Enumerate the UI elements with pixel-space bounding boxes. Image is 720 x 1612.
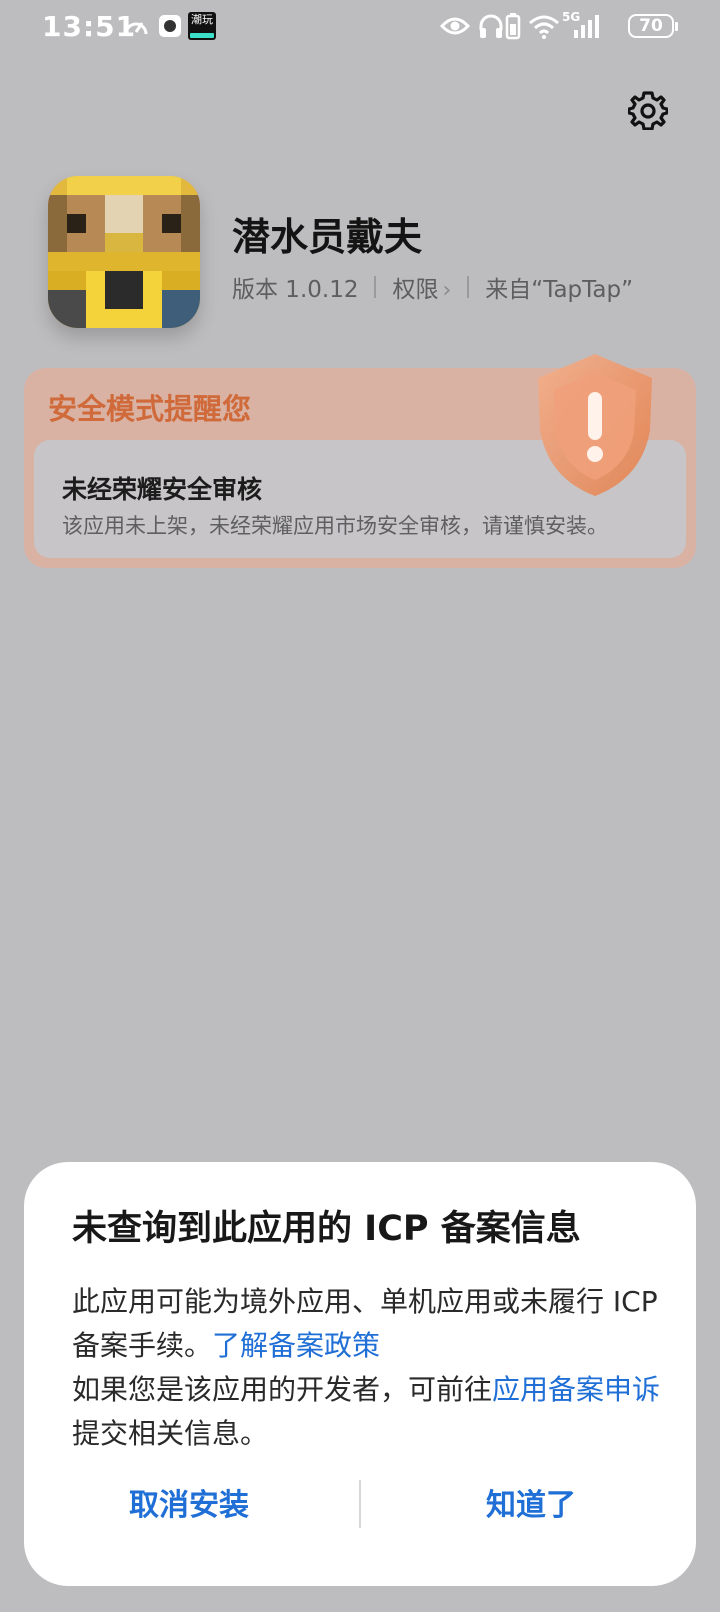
wifi-icon	[529, 15, 559, 39]
safety-description: 该应用未上架，未经荣耀应用市场安全审核，请谨慎安装。	[62, 514, 608, 538]
dialog-body-text-2: 如果您是该应用的开发者，可前往	[72, 1373, 493, 1406]
dialog-body: 此应用可能为境外应用、单机应用或未履行 ICP 备案手续。了解备案政策 如果您是…	[72, 1280, 672, 1456]
safety-title: 安全模式提醒您	[48, 392, 252, 426]
meta-divider	[374, 276, 377, 298]
battery-indicator: 70	[628, 14, 678, 38]
learn-policy-link[interactable]: 了解备案政策	[212, 1329, 380, 1362]
notif-badge-icon: 潮玩	[188, 12, 216, 40]
permissions-link[interactable]: 权限 ›	[392, 270, 451, 304]
signal-icon	[574, 15, 599, 38]
got-it-button[interactable]: 知道了	[366, 1480, 696, 1524]
app-meta: 版本 1.0.12 权限 › 来自“TapTap”	[232, 270, 633, 304]
filing-appeal-link[interactable]: 应用备案申诉	[492, 1373, 660, 1406]
cancel-install-button[interactable]: 取消安装	[24, 1480, 354, 1524]
app-name: 潜水员戴夫	[232, 215, 423, 259]
app-source: 来自“TapTap”	[485, 277, 633, 303]
meta-divider	[467, 276, 470, 298]
dialog-title: 未查询到此应用的 ICP 备案信息	[72, 1209, 581, 1249]
safety-heading: 未经荣耀安全审核	[62, 475, 263, 504]
icp-dialog: 未查询到此应用的 ICP 备案信息 此应用可能为境外应用、单机应用或未履行 IC…	[24, 1162, 696, 1586]
shield-warning-icon	[538, 354, 652, 496]
headphones-icon	[479, 14, 503, 38]
notif-badge-label: 潮玩	[191, 13, 213, 26]
settings-gear-icon[interactable]	[628, 90, 668, 130]
eye-icon	[440, 17, 470, 35]
app-icon	[48, 176, 200, 328]
speed-icon	[124, 22, 148, 35]
battery-saver-icon	[505, 13, 521, 40]
app-version: 版本 1.0.12	[232, 277, 359, 303]
button-divider	[359, 1480, 361, 1528]
diver-app-icon	[48, 176, 200, 328]
app-notification-icon	[159, 15, 181, 37]
chevron-right-icon: ›	[442, 278, 452, 303]
dialog-body-text-3: 提交相关信息。	[72, 1417, 269, 1450]
permissions-label: 权限	[392, 277, 439, 303]
status-bar: 13:51 潮玩 5G 70	[0, 0, 720, 56]
